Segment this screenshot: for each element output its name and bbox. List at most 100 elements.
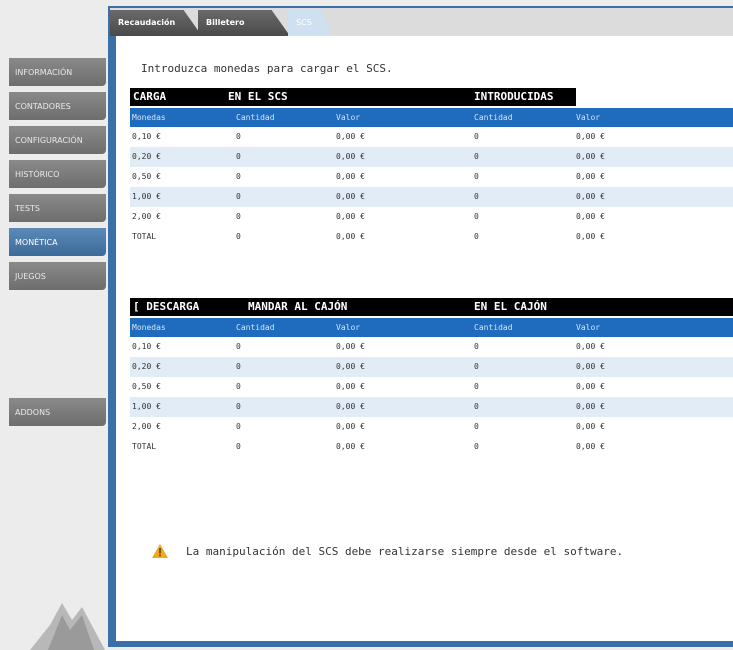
- brand-logo: [30, 603, 105, 650]
- amount: 0,00 €: [336, 212, 365, 221]
- quantity: 0: [236, 342, 241, 351]
- amount-introduced: 0,00 €: [576, 212, 605, 221]
- amount-cajon: 0,00 €: [576, 342, 605, 351]
- quantity-cajon: 0: [474, 402, 479, 411]
- total-label: TOTAL: [132, 232, 157, 241]
- quantity-introduced: 0: [474, 132, 479, 141]
- amount-cajon: 0,00 €: [576, 362, 605, 371]
- col-monedas: Monedas: [132, 323, 166, 332]
- descarga-table: Monedas Cantidad Valor Cantidad Valor 0,…: [130, 318, 733, 457]
- total-quantity: 0: [236, 442, 241, 451]
- quantity: 0: [236, 192, 241, 201]
- sidebar-item-configuracion[interactable]: CONFIGURACIÓN: [9, 126, 106, 154]
- sidebar-item-contadores[interactable]: CONTADORES: [9, 92, 106, 120]
- descarga-table-header: Monedas Cantidad Valor Cantidad Valor: [130, 318, 733, 337]
- table-row: 2,00 € 0 0,00 € 0 0,00 €: [130, 207, 733, 227]
- table-row: 0,10 € 0 0,00 € 0 0,00 €: [130, 127, 733, 147]
- carga-table-header: Monedas Cantidad Valor Cantidad Valor: [130, 108, 733, 127]
- quantity-cajon: 0: [474, 362, 479, 371]
- coin-value: 0,50 €: [132, 172, 161, 181]
- quantity: 0: [236, 132, 241, 141]
- table-row: 0,20 € 0 0,00 € 0 0,00 €: [130, 147, 733, 167]
- amount: 0,00 €: [336, 132, 365, 141]
- amount-introduced: 0,00 €: [576, 132, 605, 141]
- amount: 0,00 €: [336, 152, 365, 161]
- amount-cajon: 0,00 €: [576, 382, 605, 391]
- table-row: 1,00 € 0 0,00 € 0 0,00 €: [130, 187, 733, 207]
- quantity: 0: [236, 422, 241, 431]
- col-valor-introducidas: Valor: [576, 113, 601, 122]
- coin-value: 0,10 €: [132, 132, 161, 141]
- col-valor-mandar: Valor: [336, 323, 361, 332]
- coin-value: 0,50 €: [132, 382, 161, 391]
- table-row: 0,10 € 0 0,00 € 0 0,00 €: [130, 337, 733, 357]
- descarga-banner: [ DESCARGA MANDAR AL CAJÓN EN EL CAJÓN: [130, 298, 733, 316]
- sidebar-item-monetica[interactable]: MONÉTICA: [9, 228, 106, 256]
- quantity-introduced: 0: [474, 212, 479, 221]
- coin-value: 0,20 €: [132, 362, 161, 371]
- table-row: 0,50 € 0 0,00 € 0 0,00 €: [130, 377, 733, 397]
- table-row: 0,50 € 0 0,00 € 0 0,00 €: [130, 167, 733, 187]
- amount: 0,00 €: [336, 192, 365, 201]
- coin-value: 0,20 €: [132, 152, 161, 161]
- total-quantity: 0: [236, 232, 241, 241]
- total-quantity-introduced: 0: [474, 232, 479, 241]
- sidebar-item-tests[interactable]: TESTS: [9, 194, 106, 222]
- amount-introduced: 0,00 €: [576, 172, 605, 181]
- quantity-introduced: 0: [474, 152, 479, 161]
- quantity-cajon: 0: [474, 342, 479, 351]
- quantity-introduced: 0: [474, 172, 479, 181]
- table-row-total: TOTAL 0 0,00 € 0 0,00 €: [130, 227, 733, 247]
- carga-banner: CARGA EN EL SCS INTRODUCIDAS: [130, 88, 733, 106]
- total-quantity-cajon: 0: [474, 442, 479, 451]
- table-row-total: TOTAL 0 0,00 € 0 0,00 €: [130, 437, 733, 457]
- quantity: 0: [236, 402, 241, 411]
- descarga-mandar-label: MANDAR AL CAJÓN: [248, 300, 348, 313]
- warning-text: La manipulación del SCS debe realizarse …: [186, 545, 624, 558]
- sidebar-item-historico[interactable]: HISTÓRICO: [9, 160, 106, 188]
- amount: 0,00 €: [336, 342, 365, 351]
- col-cantidad-scs: Cantidad: [236, 113, 275, 122]
- carga-introducidas-label: INTRODUCIDAS: [474, 90, 554, 103]
- col-valor-cajon: Valor: [576, 323, 601, 332]
- quantity: 0: [236, 172, 241, 181]
- carga-scs-label: EN EL SCS: [228, 90, 288, 103]
- quantity: 0: [236, 212, 241, 221]
- descarga-title: [ DESCARGA: [133, 300, 200, 313]
- amount: 0,00 €: [336, 402, 365, 411]
- amount: 0,00 €: [336, 362, 365, 371]
- col-cantidad-introducidas: Cantidad: [474, 113, 513, 122]
- descarga-cajon-label: EN EL CAJÓN: [474, 300, 547, 313]
- quantity-cajon: 0: [474, 422, 479, 431]
- col-cantidad-cajon: Cantidad: [474, 323, 513, 332]
- total-label: TOTAL: [132, 442, 157, 451]
- carga-table: Monedas Cantidad Valor Cantidad Valor 0,…: [130, 108, 733, 247]
- main-panel: Introduzca monedas para cargar el SCS. C…: [108, 36, 733, 647]
- amount: 0,00 €: [336, 172, 365, 181]
- coin-value: 1,00 €: [132, 192, 161, 201]
- quantity-cajon: 0: [474, 382, 479, 391]
- total-amount: 0,00 €: [336, 442, 365, 451]
- amount: 0,00 €: [336, 422, 365, 431]
- total-amount: 0,00 €: [336, 232, 365, 241]
- col-cantidad-mandar: Cantidad: [236, 323, 275, 332]
- warning-triangle-icon: [152, 544, 168, 558]
- carga-title: CARGA: [133, 90, 167, 103]
- table-row: 2,00 € 0 0,00 € 0 0,00 €: [130, 417, 733, 437]
- amount-introduced: 0,00 €: [576, 152, 605, 161]
- total-amount-cajon: 0,00 €: [576, 442, 605, 451]
- sidebar-item-juegos[interactable]: JUEGOS: [9, 262, 106, 290]
- col-valor-scs: Valor: [336, 113, 361, 122]
- sidebar-item-addons[interactable]: ADDONS: [9, 398, 106, 426]
- quantity: 0: [236, 362, 241, 371]
- sidebar-item-informacion[interactable]: INFORMACIÓN: [9, 58, 106, 86]
- coin-value: 2,00 €: [132, 422, 161, 431]
- warning-message: La manipulación del SCS debe realizarse …: [152, 544, 712, 564]
- coin-value: 1,00 €: [132, 402, 161, 411]
- col-monedas: Monedas: [132, 113, 166, 122]
- amount-introduced: 0,00 €: [576, 192, 605, 201]
- quantity-introduced: 0: [474, 192, 479, 201]
- table-row: 0,20 € 0 0,00 € 0 0,00 €: [130, 357, 733, 377]
- amount-cajon: 0,00 €: [576, 402, 605, 411]
- amount: 0,00 €: [336, 382, 365, 391]
